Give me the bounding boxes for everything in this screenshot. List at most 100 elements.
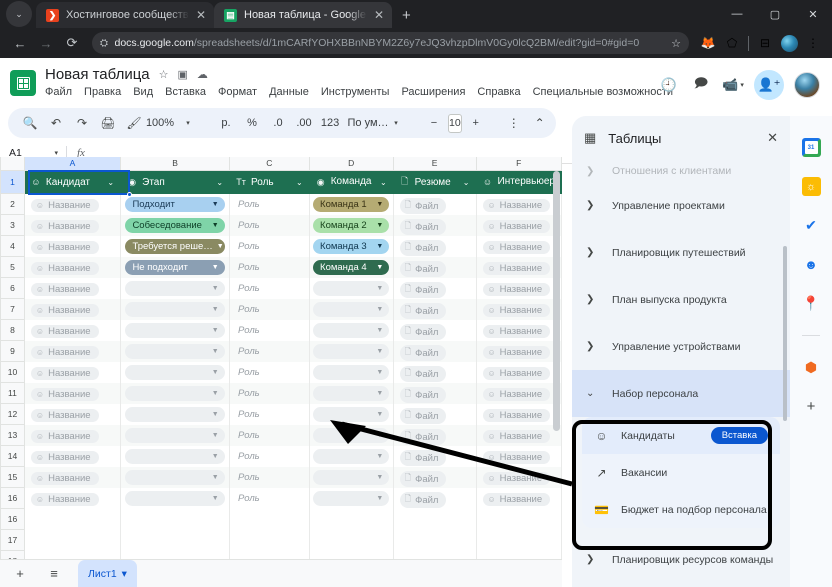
table-header-interviewer[interactable]: ☺ Интервьюер — [476, 170, 562, 194]
cell-candidate[interactable]: ☺ Название — [24, 340, 122, 362]
cell-team[interactable]: . ▼ — [309, 445, 394, 467]
cell-empty[interactable] — [120, 508, 231, 530]
cloud-saved-icon[interactable]: ☁ — [197, 68, 208, 81]
profile-avatar[interactable] — [778, 32, 800, 54]
decrease-decimal-button[interactable]: .0 — [266, 111, 290, 135]
cell-resume[interactable]: 🗋 Файл — [393, 277, 477, 299]
history-icon[interactable]: 🕘 — [658, 74, 680, 96]
all-sheets-button[interactable]: ≡ — [44, 566, 64, 581]
chevron-down-icon[interactable]: ⌄ — [107, 178, 114, 187]
cell-candidate[interactable]: ☺ Название — [24, 382, 122, 404]
chrome-menu-icon[interactable]: ⋮ — [802, 32, 824, 54]
cell-team[interactable]: Команда 1 ▼ — [309, 193, 394, 215]
chevron-down-icon[interactable]: ▼ — [376, 474, 383, 481]
column-header-b[interactable]: B — [120, 157, 231, 171]
table-header-role[interactable]: Tт Роль ⌄ — [229, 170, 310, 194]
cell-interviewer[interactable]: ☺ Название — [476, 424, 562, 446]
row-header-1[interactable]: 1 — [0, 169, 25, 194]
chevron-down-icon[interactable]: ▼ — [376, 222, 383, 229]
cell-role[interactable]: Роль — [229, 361, 310, 383]
tune-icon[interactable]: ⛭ — [100, 38, 108, 49]
cell-empty[interactable] — [393, 508, 477, 530]
cell-empty[interactable] — [309, 508, 394, 530]
side-panel-item-clipped[interactable]: ❯ Отношения с клиентами — [572, 160, 790, 182]
document-title[interactable]: Новая таблица — [45, 66, 150, 83]
table-row[interactable]: 14 ☺ Название. ▼ Роль. ▼ 🗋 Файл ☺ Название — [0, 445, 562, 467]
cell-interviewer[interactable]: ☺ Название — [476, 361, 562, 383]
column-header-a[interactable]: A — [23, 157, 122, 171]
cell-team[interactable]: . ▼ — [309, 466, 394, 488]
cell-candidate[interactable]: ☺ Название — [24, 466, 122, 488]
meet-icon[interactable]: 📹 ▾ — [722, 74, 744, 96]
cell-stage[interactable]: . ▼ — [120, 466, 231, 488]
menu-data[interactable]: Данные — [269, 86, 309, 98]
split-view-icon[interactable]: ⊟ — [754, 32, 776, 54]
menu-help[interactable]: Справка — [477, 86, 520, 98]
cell-stage[interactable]: Подходит ▼ — [120, 193, 231, 215]
cell-role[interactable]: Роль — [229, 403, 310, 425]
cell-stage[interactable]: . ▼ — [120, 361, 231, 383]
cell-role[interactable]: Роль — [229, 445, 310, 467]
row-header-11[interactable]: 11 — [0, 382, 25, 404]
row-header-16[interactable]: 16 — [0, 487, 25, 509]
cell-stage[interactable]: . ▼ — [120, 487, 231, 509]
cell-resume[interactable]: 🗋 Файл — [393, 382, 477, 404]
cell-resume[interactable]: 🗋 Файл — [393, 235, 477, 257]
cell-resume[interactable]: 🗋 Файл — [393, 403, 477, 425]
reload-button[interactable]: ⟳ — [60, 31, 84, 55]
cell-team[interactable]: . ▼ — [309, 403, 394, 425]
maximize-button[interactable]: ▢ — [756, 0, 794, 28]
cell-resume[interactable]: 🗋 Файл — [393, 214, 477, 236]
cell-candidate[interactable]: ☺ Название — [24, 277, 122, 299]
row-header-15[interactable]: 15 — [0, 466, 25, 488]
chevron-right-icon[interactable]: ❯ — [586, 247, 598, 258]
tab-search-chevron-icon[interactable]: ⌄ — [6, 1, 32, 27]
chevron-down-icon[interactable]: ▼ — [376, 348, 383, 355]
menu-view[interactable]: Вид — [133, 86, 153, 98]
cell-resume[interactable]: 🗋 Файл — [393, 298, 477, 320]
cell-candidate[interactable]: ☺ Название — [24, 298, 122, 320]
close-icon[interactable]: ✕ — [374, 9, 384, 21]
decrease-font-size-button[interactable]: − — [422, 111, 446, 135]
extensions-puzzle-icon[interactable]: ⬠ — [721, 32, 743, 54]
chevron-down-icon[interactable]: ▼ — [376, 411, 383, 418]
menu-tools[interactable]: Инструменты — [321, 86, 390, 98]
row-header-13[interactable]: 13 — [0, 424, 25, 446]
cell-candidate[interactable]: ☺ Название — [24, 256, 122, 278]
cell-interviewer[interactable]: ☺ Название — [476, 340, 562, 362]
row-header-16[interactable]: 16 — [0, 508, 25, 530]
cell-interviewer[interactable]: ☺ Название — [476, 382, 562, 404]
currency-format-button[interactable]: р. — [214, 111, 238, 135]
font-family-select[interactable]: По ум… — [347, 111, 388, 135]
cell-stage[interactable]: . ▼ — [120, 277, 231, 299]
cell-interviewer[interactable]: ☺ Название — [476, 445, 562, 467]
move-to-folder-icon[interactable]: ▣ — [178, 68, 188, 81]
print-icon[interactable]: 🖨 — [96, 111, 120, 135]
cell-interviewer[interactable]: ☺ Название — [476, 487, 562, 509]
cell-candidate[interactable]: ☺ Название — [24, 487, 122, 509]
row-header-3[interactable]: 3 — [0, 214, 25, 236]
chevron-down-icon[interactable]: ▼ — [212, 348, 219, 355]
chevron-down-icon[interactable]: ▼ — [376, 495, 383, 502]
column-header-f[interactable]: F — [475, 157, 562, 171]
row-header-6[interactable]: 6 — [0, 277, 25, 299]
cell-empty[interactable] — [120, 529, 231, 551]
chevron-down-icon[interactable]: ▼ — [212, 285, 219, 292]
chevron-down-icon[interactable]: ▼ — [376, 432, 383, 439]
side-panel-scrollbar[interactable] — [783, 246, 787, 587]
chevron-down-icon[interactable]: ▼ — [212, 264, 219, 271]
cell-interviewer[interactable]: ☺ Название — [476, 277, 562, 299]
cell-stage[interactable]: . ▼ — [120, 403, 231, 425]
cell-team[interactable]: Команда 3 ▼ — [309, 235, 394, 257]
table-row[interactable]: 13 ☺ Название. ▼ Роль. ▼ 🗋 Файл ☺ Название — [0, 424, 562, 446]
cell-role[interactable]: Роль — [229, 277, 310, 299]
chevron-down-icon[interactable]: ▼ — [376, 285, 383, 292]
menu-extensions[interactable]: Расширения — [401, 86, 465, 98]
chevron-down-icon[interactable]: ▼ — [376, 390, 383, 397]
cell-interviewer[interactable]: ☺ Название — [476, 298, 562, 320]
cell-resume[interactable]: 🗋 Файл — [393, 445, 477, 467]
addon-app-icon[interactable]: ⬢ — [802, 358, 821, 377]
sheet-tab-list1[interactable]: Лист1 ▾ — [78, 559, 137, 587]
cell-empty[interactable] — [24, 529, 122, 551]
cell-role[interactable]: Роль — [229, 382, 310, 404]
